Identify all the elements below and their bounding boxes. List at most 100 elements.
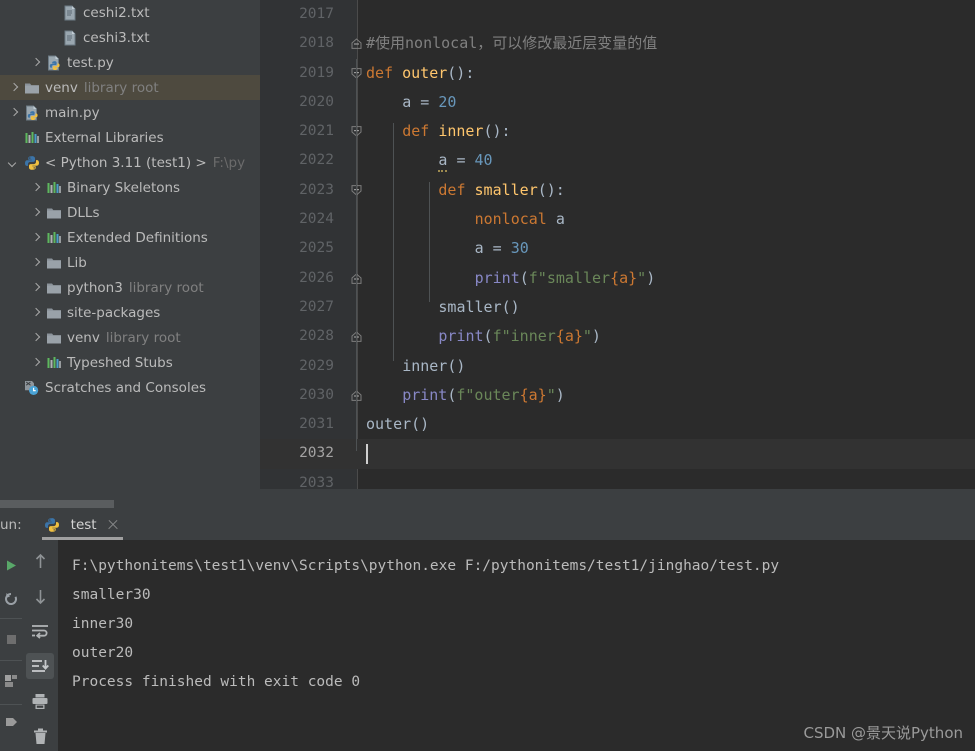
chevron-right-icon[interactable] — [30, 332, 41, 343]
code-line[interactable]: 2023 def smaller(): — [260, 176, 975, 205]
code-line[interactable]: 2032 — [260, 439, 975, 469]
code-token: ) — [646, 268, 656, 287]
code-text: a = 20 — [402, 88, 456, 117]
tree-item-main-py[interactable]: main.py — [0, 100, 260, 125]
tree-item-label: main.py — [45, 104, 100, 121]
tree-item-label: Lib — [67, 254, 87, 271]
restart-icon[interactable] — [0, 588, 22, 610]
code-text: def inner(): — [402, 117, 510, 146]
code-line[interactable]: 2025 a = 30 — [260, 234, 975, 263]
line-number: 2020 — [299, 93, 334, 110]
tree-item-python-3-11-test1[interactable]: < Python 3.11 (test1) > F:\py — [0, 150, 260, 175]
indent-guide-level0 — [356, 58, 357, 452]
scrollbar-thumb[interactable] — [0, 500, 114, 508]
chevron-right-icon[interactable] — [8, 107, 19, 118]
scroll-to-end-icon[interactable] — [26, 653, 54, 679]
tree-item-label: venv — [67, 329, 100, 346]
trash-icon[interactable] — [26, 723, 54, 749]
code-line[interactable]: 2021 def inner(): — [260, 117, 975, 146]
scratches-icon — [24, 380, 40, 396]
tree-item-scratches-and-consoles[interactable]: Scratches and Consoles — [0, 375, 260, 400]
tree-item-venv[interactable]: venv library root — [0, 75, 260, 100]
scroll-up-icon[interactable] — [26, 548, 54, 574]
code-text: def outer(): — [366, 59, 474, 88]
tree-item-typeshed-stubs[interactable]: Typeshed Stubs — [0, 350, 260, 375]
console-line: inner30 — [72, 616, 134, 632]
code-editor[interactable]: 2017 2018 #使用nonlocal，可以修改最近层变量的值 2019 def o… — [260, 0, 975, 509]
code-line[interactable]: 2022 a = 40 — [260, 146, 975, 175]
console-line: outer20 — [72, 645, 134, 661]
code-text: print(f"smaller{a}") — [475, 264, 656, 293]
chevron-right-icon[interactable] — [30, 57, 41, 68]
tree-item-binary-skeletons[interactable]: Binary Skeletons — [0, 175, 260, 200]
text-caret — [366, 444, 368, 465]
project-tree-hscrollbar[interactable] — [0, 499, 260, 509]
soft-wrap-icon[interactable] — [26, 618, 54, 644]
code-token: " — [637, 268, 647, 287]
run-left-rail[interactable] — [0, 540, 22, 751]
console-toolbar[interactable] — [22, 540, 58, 751]
chevron-right-icon[interactable] — [8, 82, 19, 93]
code-line[interactable]: 2029 inner() — [260, 352, 975, 381]
tree-item-extended-definitions[interactable]: Extended Definitions — [0, 225, 260, 250]
code-line[interactable]: 2031 outer() — [260, 410, 975, 439]
tree-item-label: < Python 3.11 (test1) > — [45, 154, 207, 171]
tree-item-python3[interactable]: python3 library root — [0, 275, 260, 300]
chevron-right-icon[interactable] — [30, 257, 41, 268]
chevron-right-icon[interactable] — [30, 207, 41, 218]
tree-item-site-packages[interactable]: site-packages — [0, 300, 260, 325]
line-number: 2027 — [299, 298, 334, 315]
code-line[interactable]: 2028 print(f"inner{a}") — [260, 322, 975, 351]
code-line[interactable]: 2019 def outer(): — [260, 59, 975, 88]
code-token: f"inner — [492, 327, 556, 346]
code-line[interactable]: 2026 print(f"smaller{a}") — [260, 264, 975, 293]
chevron-right-icon[interactable] — [30, 307, 41, 318]
tree-item-ceshi2-txt[interactable]: ceshi2.txt — [0, 0, 260, 25]
code-line[interactable]: 2017 — [260, 0, 975, 29]
code-token: 20 — [438, 92, 457, 111]
pin-icon[interactable] — [0, 712, 22, 734]
run-window-label: un: — [0, 516, 22, 533]
run-tab-bar: un: test — [0, 509, 975, 540]
line-number: 2031 — [299, 416, 334, 433]
stop-icon[interactable] — [0, 628, 22, 650]
tree-item-dlls[interactable]: DLLs — [0, 200, 260, 225]
code-text: nonlocal a — [475, 205, 565, 234]
chevron-right-icon[interactable] — [30, 357, 41, 368]
tree-item-external-libraries[interactable]: External Libraries — [0, 125, 260, 150]
close-icon[interactable] — [107, 519, 119, 531]
project-tool-window[interactable]: ceshi2.txt ceshi3.txt test.py venv library r… — [0, 0, 260, 509]
layout-icon[interactable] — [0, 670, 22, 692]
console-line: smaller30 — [72, 587, 151, 603]
tree-item-ceshi3-txt[interactable]: ceshi3.txt — [0, 25, 260, 50]
code-line[interactable]: 2020 a = 20 — [260, 88, 975, 117]
rerun-icon[interactable] — [0, 554, 22, 576]
code-line[interactable]: 2018 #使用nonlocal，可以修改最近层变量的值 — [260, 29, 975, 58]
console-output[interactable]: F:\pythonitems\test1\venv\Scripts\python… — [58, 540, 975, 751]
print-icon[interactable] — [26, 688, 54, 714]
editor-area: ceshi2.txt ceshi3.txt test.py venv library r… — [0, 0, 975, 509]
chevron-right-icon[interactable] — [30, 282, 41, 293]
scroll-down-icon[interactable] — [26, 583, 54, 609]
chevron-down-icon[interactable] — [8, 157, 19, 168]
fold-marker-icon[interactable] — [351, 38, 362, 50]
code-line[interactable]: 2027 smaller() — [260, 293, 975, 322]
run-tab-test[interactable]: test — [36, 509, 129, 540]
project-tree[interactable]: ceshi2.txt ceshi3.txt test.py venv library r… — [0, 0, 260, 400]
code-lines[interactable]: 2017 2018 #使用nonlocal，可以修改最近层变量的值 2019 def o… — [260, 0, 975, 498]
chevron-right-icon[interactable] — [30, 182, 41, 193]
code-token: smaller — [474, 180, 538, 199]
tree-item-test-py[interactable]: test.py — [0, 50, 260, 75]
tree-item-venv[interactable]: venv library root — [0, 325, 260, 350]
tree-item-label: ceshi3.txt — [83, 29, 150, 46]
chevron-right-icon[interactable] — [30, 232, 41, 243]
code-line[interactable]: 2030 print(f"outer{a}") — [260, 381, 975, 410]
code-text: a = 40 — [438, 146, 493, 175]
code-token: ) — [591, 327, 601, 346]
code-line[interactable]: 2024 nonlocal a — [260, 205, 975, 234]
code-token: def — [402, 122, 439, 141]
code-token: (): — [537, 180, 565, 199]
python-icon — [24, 155, 40, 171]
tree-item-lib[interactable]: Lib — [0, 250, 260, 275]
code-token: def — [438, 180, 475, 199]
